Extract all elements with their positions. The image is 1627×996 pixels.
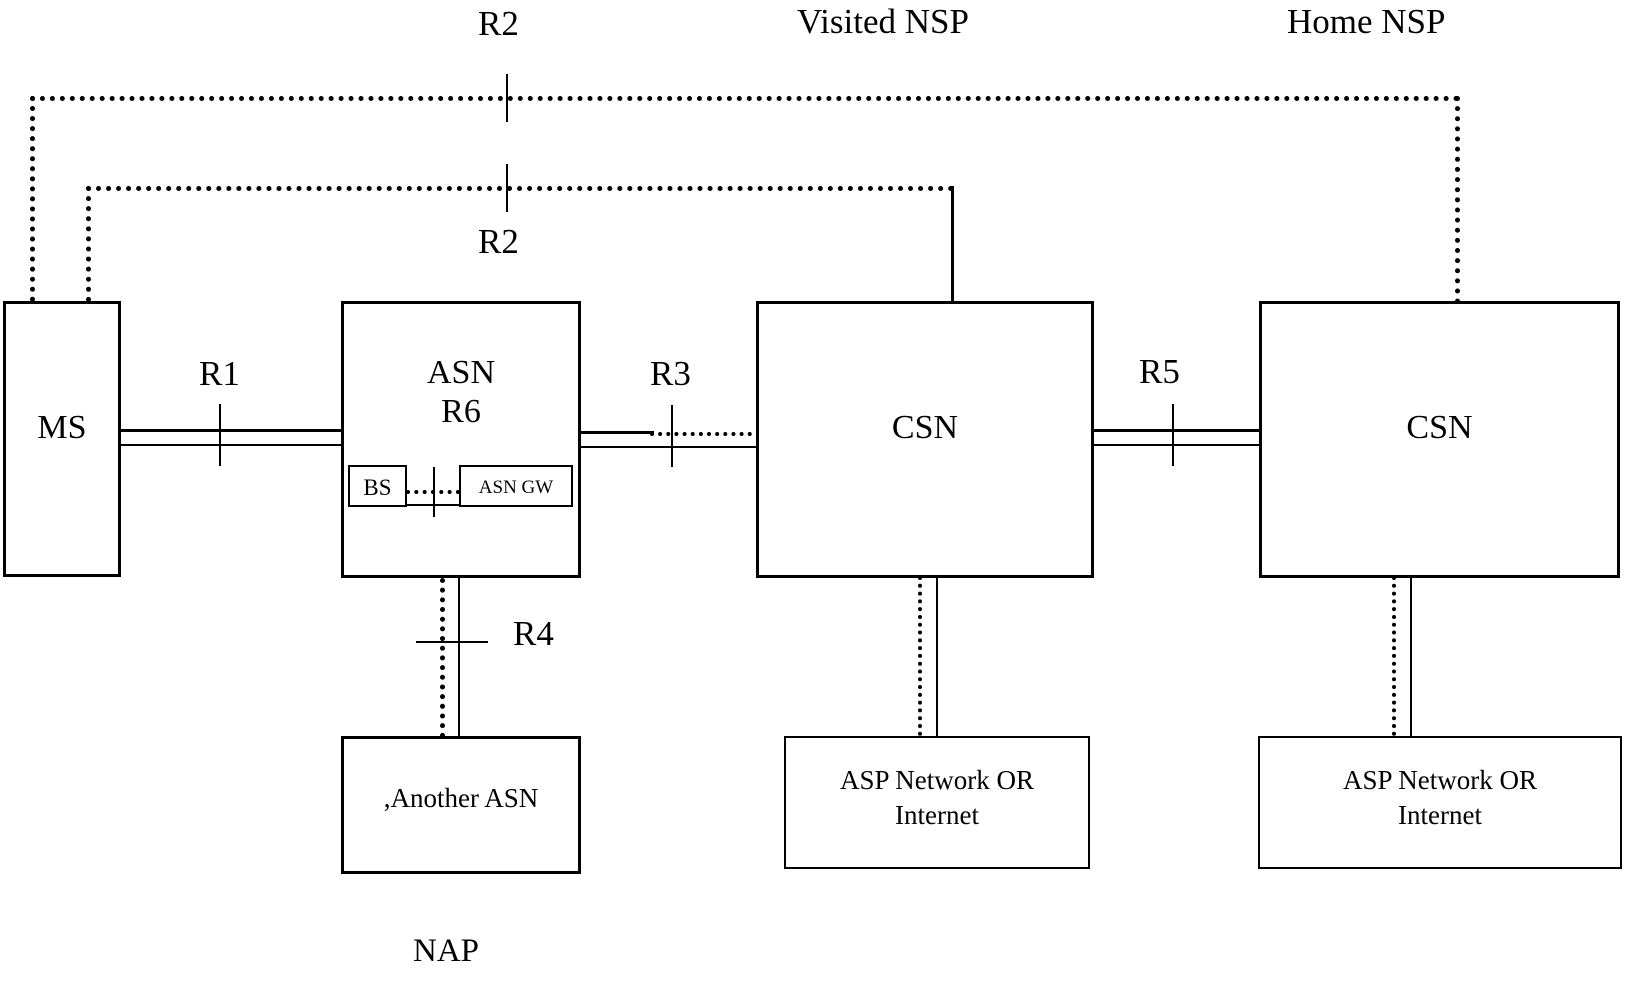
node-asn-label: ASN bbox=[426, 354, 496, 391]
r4-link-solid bbox=[458, 578, 460, 738]
node-another-asn-label: ,Another ASN bbox=[383, 783, 539, 813]
home-asp-link-solid bbox=[1410, 576, 1412, 736]
r6-tick bbox=[433, 467, 435, 517]
r5-tick bbox=[1172, 404, 1174, 466]
home-asp-link-dotted bbox=[1392, 576, 1396, 736]
node-asp-visited-line1: ASP Network OR bbox=[839, 765, 1034, 795]
node-asn-r6-label: R6 bbox=[441, 393, 481, 430]
r2-lower-left-riser bbox=[86, 186, 91, 302]
node-ms-label: MS bbox=[37, 409, 87, 446]
r5-link-lower bbox=[1091, 444, 1262, 446]
node-bs-label: BS bbox=[363, 475, 392, 500]
r2-lower-tick bbox=[506, 164, 508, 212]
node-asp-home-line1: ASP Network OR bbox=[1342, 765, 1537, 795]
r2-lower-horizontal bbox=[86, 186, 954, 191]
r5-link-upper bbox=[1091, 429, 1262, 432]
label-visited-nsp: Visited NSP bbox=[797, 2, 969, 41]
node-ms[interactable]: MS bbox=[3, 301, 121, 577]
label-r2-upper: R2 bbox=[478, 4, 519, 43]
node-asn-gw[interactable]: ASN GW bbox=[459, 465, 573, 507]
r2-upper-right-riser bbox=[1455, 96, 1460, 314]
label-r1: R1 bbox=[199, 354, 240, 393]
visited-asp-link-dotted bbox=[918, 576, 922, 736]
r1-link-upper bbox=[118, 429, 345, 432]
label-nap: NAP bbox=[413, 933, 480, 969]
node-csn-visited[interactable]: CSN bbox=[756, 301, 1094, 578]
node-asp-home-line2: Internet bbox=[1398, 800, 1482, 830]
node-csn-visited-label: CSN bbox=[891, 409, 959, 446]
r1-link-lower bbox=[118, 444, 345, 446]
label-r5: R5 bbox=[1139, 352, 1180, 391]
node-asp-home[interactable]: ASP Network OR Internet bbox=[1258, 736, 1622, 869]
node-asn-gw-label: ASN GW bbox=[478, 477, 554, 498]
r2-upper-horizontal bbox=[30, 96, 1460, 101]
label-home-nsp: Home NSP bbox=[1287, 2, 1446, 41]
r4-link-dotted bbox=[440, 578, 445, 738]
r4-tick bbox=[416, 641, 488, 643]
node-another-asn[interactable]: ,Another ASN bbox=[341, 736, 581, 874]
label-r4: R4 bbox=[513, 614, 554, 653]
node-asn[interactable]: ASN R6 bbox=[341, 301, 581, 578]
r3-tick bbox=[671, 405, 673, 467]
node-csn-home[interactable]: CSN bbox=[1259, 301, 1620, 578]
r2-upper-tick bbox=[506, 74, 508, 122]
node-asp-visited-line2: Internet bbox=[895, 800, 979, 830]
r2-upper-left-riser bbox=[30, 96, 35, 302]
node-bs[interactable]: BS bbox=[348, 465, 407, 507]
node-csn-home-label: CSN bbox=[1406, 409, 1473, 446]
node-asp-visited[interactable]: ASP Network OR Internet bbox=[784, 736, 1090, 869]
label-r3: R3 bbox=[650, 354, 691, 393]
r3-link-solid bbox=[578, 446, 758, 448]
r1-tick bbox=[219, 404, 221, 466]
visited-asp-link-solid bbox=[936, 576, 938, 736]
r3-link-upper-solid bbox=[578, 431, 654, 434]
network-reference-model-diagram: R2 Visited NSP Home NSP R2 MS R1 ASN R6 … bbox=[0, 0, 1627, 996]
r2-lower-right-riser bbox=[951, 186, 954, 314]
label-r2-lower: R2 bbox=[478, 222, 519, 261]
r3-link-upper-dotted bbox=[650, 432, 760, 436]
